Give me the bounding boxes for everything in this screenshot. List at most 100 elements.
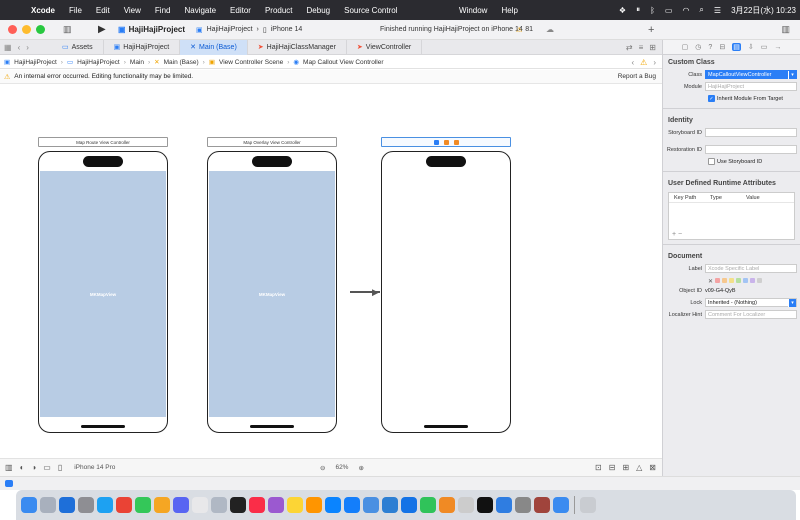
tab-main-base[interactable]: ✕ Main (Base) bbox=[180, 39, 248, 55]
tab-class-manager[interactable]: ➤ HajiHajiClassManager bbox=[248, 39, 347, 55]
menu-edit[interactable]: Edit bbox=[89, 6, 117, 15]
menu-debug[interactable]: Debug bbox=[300, 6, 338, 15]
keynote-icon[interactable] bbox=[401, 497, 417, 513]
add-library-button[interactable]: + bbox=[648, 24, 654, 36]
next-issue-icon[interactable]: › bbox=[653, 58, 656, 67]
safari-icon[interactable] bbox=[59, 497, 75, 513]
menu-product[interactable]: Product bbox=[258, 6, 300, 15]
search-icon[interactable]: ⌕ bbox=[699, 5, 703, 15]
embed-icon[interactable]: ⊠ bbox=[649, 463, 656, 472]
swatch-red[interactable] bbox=[715, 277, 721, 283]
help-inspector-icon[interactable]: ? bbox=[708, 44, 712, 51]
finder-icon[interactable] bbox=[21, 497, 37, 513]
run-destination[interactable]: iPhone 14 bbox=[271, 26, 303, 33]
first-responder-icon[interactable] bbox=[443, 139, 449, 145]
music-icon[interactable] bbox=[249, 497, 265, 513]
orientation-icon[interactable]: ▭ bbox=[43, 463, 51, 472]
appearance-icon[interactable]: ◐ bbox=[20, 463, 25, 472]
checkmark-icon[interactable]: ✓ bbox=[708, 95, 715, 102]
file-inspector-icon[interactable]: ▢ bbox=[682, 43, 689, 51]
swatch-green[interactable] bbox=[736, 277, 742, 283]
scene-phone-frame[interactable]: MKMapView bbox=[38, 151, 168, 433]
related-items-icon[interactable]: ⇄ bbox=[626, 43, 633, 52]
map-view[interactable]: MKMapView bbox=[209, 171, 335, 417]
simulator-icon[interactable] bbox=[363, 497, 379, 513]
trash-icon[interactable] bbox=[580, 497, 596, 513]
menu-help[interactable]: Help bbox=[494, 6, 524, 15]
menu-navigate[interactable]: Navigate bbox=[177, 6, 223, 15]
terminal-icon[interactable] bbox=[477, 497, 493, 513]
wifi-icon[interactable]: ◠ bbox=[682, 6, 689, 15]
menu-source-control[interactable]: Source Control bbox=[337, 6, 404, 15]
menu-view[interactable]: View bbox=[117, 6, 148, 15]
menubar-datetime[interactable]: 3月22日(水) 10:23 bbox=[731, 5, 796, 16]
jump-item[interactable]: Main (Base) bbox=[164, 59, 199, 66]
map-view[interactable]: MKMapView bbox=[40, 171, 166, 417]
forward-icon[interactable]: › bbox=[26, 43, 29, 52]
swatch-orange[interactable] bbox=[722, 277, 728, 283]
chevron-down-icon[interactable]: ▾ bbox=[788, 298, 796, 307]
swatch-yellow[interactable] bbox=[729, 277, 735, 283]
input-method-icon[interactable] bbox=[534, 497, 550, 513]
jump-item[interactable]: Map Callout View Controller bbox=[303, 59, 383, 66]
app-store-icon[interactable] bbox=[344, 497, 360, 513]
class-field[interactable]: MapCalloutViewController ▾ bbox=[705, 70, 797, 79]
menu-find[interactable]: Find bbox=[148, 6, 178, 15]
menu-window[interactable]: Window bbox=[452, 6, 494, 15]
photos-icon[interactable] bbox=[154, 497, 170, 513]
minimize-window-button[interactable] bbox=[22, 25, 31, 34]
segue-arrow-icon[interactable]: ▶ bbox=[372, 287, 379, 297]
jump-item[interactable]: HajiHajiProject bbox=[77, 59, 120, 66]
messages-icon[interactable] bbox=[135, 497, 151, 513]
split-editor-icon[interactable]: ⊞ bbox=[649, 43, 656, 52]
grid-icon[interactable]: ▦ bbox=[4, 43, 12, 52]
jump-item[interactable]: View Controller Scene bbox=[219, 59, 283, 66]
selected-scene-dock[interactable] bbox=[381, 137, 511, 147]
previous-issue-icon[interactable]: ‹ bbox=[631, 58, 634, 67]
warning-icon[interactable]: ⚠ bbox=[640, 58, 647, 67]
zoom-out-icon[interactable]: ⊖ bbox=[320, 464, 325, 472]
zoom-window-button[interactable] bbox=[36, 25, 45, 34]
class-value[interactable]: MapCalloutViewController bbox=[708, 72, 771, 78]
inherit-module-checkbox[interactable]: ✓ Inherit Module From Target bbox=[708, 93, 800, 104]
numbers-icon[interactable] bbox=[420, 497, 436, 513]
connections-inspector-icon[interactable]: → bbox=[774, 44, 781, 51]
pause-icon[interactable]: ⏸ bbox=[636, 5, 640, 15]
device-selector[interactable]: iPhone 14 Pro bbox=[74, 464, 115, 471]
col-keypath[interactable]: Key Path bbox=[669, 195, 705, 201]
scheme-name[interactable]: HajiHajiProject bbox=[207, 26, 253, 33]
update-frames-icon[interactable]: ⊡ bbox=[595, 463, 602, 472]
attributes-inspector-icon[interactable]: ⇩ bbox=[748, 43, 754, 51]
vscode-icon[interactable] bbox=[382, 497, 398, 513]
debug-area-toggle-icon[interactable] bbox=[5, 480, 13, 487]
identity-inspector-icon[interactable]: ⊟ bbox=[719, 43, 725, 51]
storyboard-canvas[interactable]: Map Route View Controller MKMapView Map … bbox=[0, 85, 662, 457]
size-inspector-icon[interactable]: ▭ bbox=[761, 43, 768, 51]
scheme-selector[interactable]: ▣ HajiHajiProject › ▯ iPhone 14 bbox=[196, 26, 302, 34]
tab-assets[interactable]: ▭ Assets bbox=[52, 39, 104, 55]
scene-phone-frame[interactable]: MKMapView bbox=[207, 151, 337, 433]
discord-icon[interactable] bbox=[173, 497, 189, 513]
dark-mode-icon[interactable]: ◑ bbox=[31, 463, 36, 472]
back-icon[interactable]: ‹ bbox=[18, 43, 21, 52]
run-button[interactable]: ▶ bbox=[98, 24, 106, 35]
xcode-icon[interactable] bbox=[325, 497, 341, 513]
menu-editor[interactable]: Editor bbox=[223, 6, 258, 15]
history-inspector-icon[interactable]: ◷ bbox=[695, 43, 701, 51]
chevron-down-icon[interactable]: ▾ bbox=[788, 70, 796, 79]
dropbox-icon[interactable]: ❖ bbox=[619, 6, 626, 15]
warning-count[interactable]: 81 bbox=[525, 26, 533, 34]
system-settings-icon[interactable] bbox=[78, 497, 94, 513]
jump-item[interactable]: HajiHajiProject bbox=[14, 59, 57, 66]
calendar-icon[interactable] bbox=[192, 497, 208, 513]
system-info-icon[interactable] bbox=[458, 497, 474, 513]
col-value[interactable]: Value bbox=[741, 195, 760, 201]
notes-icon[interactable] bbox=[287, 497, 303, 513]
control-center-icon[interactable]: ☰ bbox=[714, 6, 721, 15]
scene-phone-frame[interactable] bbox=[381, 151, 511, 433]
zoom-level[interactable]: 62% bbox=[335, 464, 348, 471]
launchpad-icon[interactable] bbox=[40, 497, 56, 513]
books-icon[interactable] bbox=[306, 497, 322, 513]
podcasts-icon[interactable] bbox=[268, 497, 284, 513]
document-outline-icon[interactable]: ▥ bbox=[5, 463, 13, 472]
